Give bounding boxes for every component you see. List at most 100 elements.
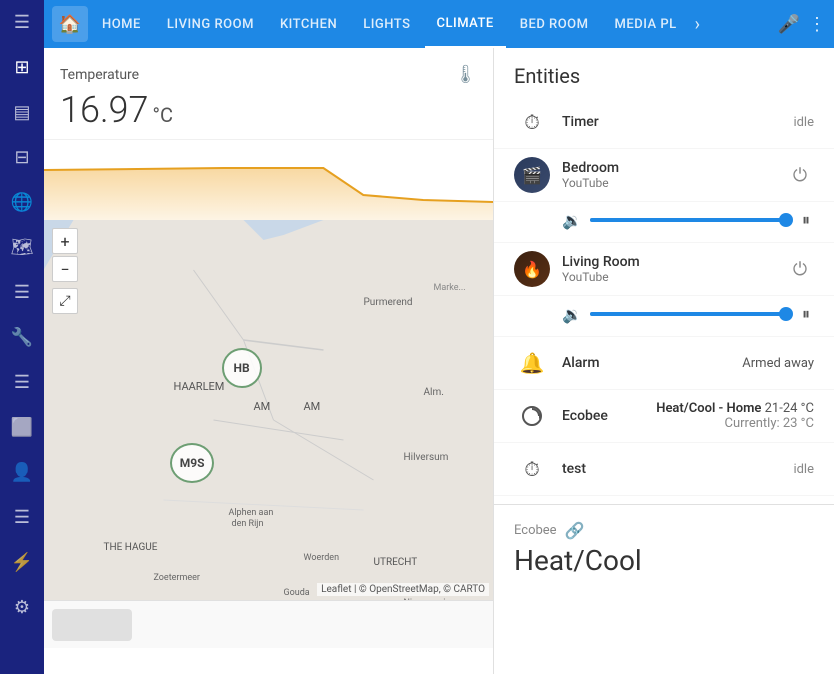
temperature-chart — [44, 140, 493, 220]
living-room-pause-button[interactable]: ⏸ — [798, 300, 814, 328]
bedroom-volume-icon: 🔉 — [562, 211, 582, 230]
nav-item-bedroom[interactable]: BED ROOM — [508, 0, 601, 48]
sidebar-globe-icon[interactable]: 🌐 — [7, 188, 37, 217]
svg-text:Alm.: Alm. — [424, 387, 444, 398]
temperature-section: Temperature 🌡 16.97 °C — [44, 48, 493, 140]
bottom-widget — [52, 609, 132, 641]
timer-status: idle — [793, 115, 814, 130]
map-controls: + − ⤢ — [52, 228, 78, 314]
fullscreen-button[interactable]: ⤢ — [52, 288, 78, 314]
alarm-status: Armed away — [742, 356, 814, 371]
sidebar-map-icon[interactable]: 🗺 — [7, 233, 38, 262]
marker-hb-label: HB — [233, 361, 249, 375]
living-room-name: Living Room — [562, 254, 774, 270]
svg-text:AM: AM — [304, 400, 321, 413]
temperature-label: Temperature — [60, 67, 139, 83]
sidebar: ☰ ⊞ ▤ ⊟ 🌐 🗺 ☰ 🔧 ☰ ⬜ 👤 ☰ ⚡ ⚙ — [0, 0, 44, 674]
map-marker-hb[interactable]: HB — [222, 348, 262, 388]
svg-text:Gouda: Gouda — [284, 588, 310, 598]
entity-row-timer: ⏱ Timer idle — [494, 96, 834, 149]
test-name: test — [562, 461, 781, 477]
zoom-out-button[interactable]: − — [52, 256, 78, 282]
ecobee-card-label: Ecobee — [514, 523, 557, 538]
right-panel: Entities ⏱ Timer idle 🎬 Bedroom YouTube … — [494, 48, 834, 674]
home-nav-button[interactable]: 🏠 — [52, 6, 88, 42]
svg-text:Nieuwegein: Nieuwegein — [404, 598, 451, 600]
left-panel: Temperature 🌡 16.97 °C — [44, 48, 494, 674]
entity-row-ecobee: Ecobee Heat/Cool - Home 21-24 °C Current… — [494, 390, 834, 443]
sidebar-tools-icon[interactable]: 🔧 — [7, 323, 37, 352]
sidebar-list-icon[interactable]: ▤ — [9, 98, 34, 127]
living-room-volume-icon: 🔉 — [562, 305, 582, 324]
sidebar-layout-icon[interactable]: ⊟ — [10, 143, 33, 172]
ecobee-entity-name: Ecobee — [562, 408, 644, 424]
sidebar-settings-icon[interactable]: ⚙ — [10, 593, 34, 622]
sidebar-developer-icon[interactable]: ⬜ — [7, 413, 37, 442]
living-room-avatar: 🔥 — [514, 251, 550, 287]
bedroom-power-button[interactable]: ⏻ — [786, 161, 814, 189]
svg-text:THE HAGUE: THE HAGUE — [104, 542, 158, 553]
sidebar-energy-icon[interactable]: ⚡ — [7, 548, 37, 577]
main-area: 🏠 HOME LIVING ROOM KITCHEN LIGHTS CLIMAT… — [44, 0, 834, 674]
svg-text:UTRECHT: UTRECHT — [374, 557, 418, 568]
nav-item-media[interactable]: MEDIA PL — [603, 0, 689, 48]
temperature-unit: °C — [152, 103, 173, 127]
map-section: Purmerend HAARLEM AM AM Alm. Hilversum A… — [44, 220, 493, 600]
nav-item-lights[interactable]: LIGHTS — [351, 0, 422, 48]
svg-text:den Rijn: den Rijn — [232, 519, 264, 529]
svg-text:HAARLEM: HAARLEM — [174, 380, 225, 393]
entity-row-test: ⏱ test idle — [494, 443, 834, 496]
alarm-name: Alarm — [562, 355, 730, 371]
ecobee-link-icon[interactable]: 🔗 — [565, 521, 585, 540]
alarm-icon: 🔔 — [514, 345, 550, 381]
bedroom-avatar: 🎬 — [514, 157, 550, 193]
sidebar-menu-icon[interactable]: ☰ — [10, 8, 34, 37]
ecobee-entity-detail: Heat/Cool - Home 21-24 °C Currently: 23 … — [656, 401, 814, 431]
sidebar-user-icon[interactable]: 👤 — [7, 458, 37, 487]
marker-m9s-label: M9S — [180, 456, 205, 470]
ecobee-card-title: Heat/Cool — [514, 544, 814, 577]
sidebar-notifications-icon[interactable]: ☰ — [10, 503, 34, 532]
timer-icon: ⏱ — [514, 104, 550, 140]
sidebar-config-icon[interactable]: ☰ — [10, 368, 34, 397]
nav-item-home[interactable]: HOME — [90, 0, 153, 48]
content-area: Temperature 🌡 16.97 °C — [44, 48, 834, 674]
living-room-slider-row: 🔉 ⏸ — [494, 296, 834, 337]
entity-row-alarm: 🔔 Alarm Armed away — [494, 337, 834, 390]
nav-item-living-room[interactable]: LIVING ROOM — [155, 0, 266, 48]
zoom-in-button[interactable]: + — [52, 228, 78, 254]
ecobee-mode: Heat/Cool - Home — [656, 401, 761, 416]
svg-text:Hilversum: Hilversum — [404, 452, 449, 463]
timer-name: Timer — [562, 114, 781, 130]
nav-more-button[interactable]: › — [691, 14, 704, 35]
nav-item-kitchen[interactable]: KITCHEN — [268, 0, 349, 48]
sidebar-items-icon[interactable]: ☰ — [10, 278, 34, 307]
top-navigation: 🏠 HOME LIVING ROOM KITCHEN LIGHTS CLIMAT… — [44, 0, 834, 48]
svg-text:Alphen aan: Alphen aan — [229, 508, 274, 518]
temperature-value: 16.97 — [60, 89, 149, 131]
ecobee-current: Currently: 23 °C — [656, 416, 814, 431]
living-room-power-button[interactable]: ⏻ — [786, 255, 814, 283]
map-marker-m9s[interactable]: M9S — [170, 443, 214, 483]
nav-item-climate[interactable]: CLIMATE — [425, 0, 506, 48]
entities-header: Entities — [494, 48, 834, 96]
svg-text:Woerden: Woerden — [304, 553, 340, 563]
bedroom-sub: YouTube — [562, 176, 774, 190]
test-icon: ⏱ — [514, 451, 550, 487]
bedroom-name: Bedroom — [562, 160, 774, 176]
living-room-volume-slider[interactable] — [590, 312, 790, 316]
ecobee-card-section: Ecobee 🔗 Heat/Cool — [494, 504, 834, 593]
nav-menu-button[interactable]: ⋮ — [808, 14, 826, 35]
bedroom-slider-row: 🔉 ⏸ — [494, 202, 834, 243]
svg-text:Purmerend: Purmerend — [364, 297, 413, 308]
svg-text:Marke...: Marke... — [434, 283, 466, 293]
entity-row-bedroom: 🎬 Bedroom YouTube ⏻ — [494, 149, 834, 202]
ecobee-range: 21-24 °C — [761, 401, 814, 416]
mic-button[interactable]: 🎤 — [778, 14, 800, 35]
bedroom-volume-slider[interactable] — [590, 218, 790, 222]
living-room-sub: YouTube — [562, 270, 774, 284]
bedroom-pause-button[interactable]: ⏸ — [798, 206, 814, 234]
thermometer-icon: 🌡 — [454, 64, 477, 85]
svg-text:Zoetermeer: Zoetermeer — [154, 573, 200, 583]
sidebar-grid-icon[interactable]: ⊞ — [10, 53, 33, 82]
